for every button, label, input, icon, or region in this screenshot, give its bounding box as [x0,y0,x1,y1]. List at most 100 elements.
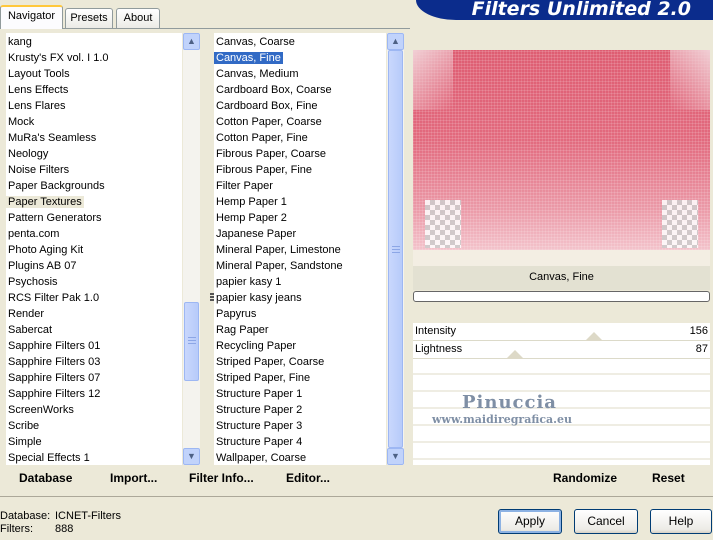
filter-item[interactable]: Striped Paper, Coarse [214,354,326,370]
category-item[interactable]: Sapphire Filters 07 [6,370,102,386]
category-item-label: Neology [8,148,49,160]
filter-item[interactable]: Filter Paper [214,178,275,194]
category-item[interactable]: Lens Flares [6,98,67,114]
scroll-up-button[interactable]: ▲ [387,33,404,50]
category-item[interactable]: Sapphire Filters 03 [6,354,102,370]
filter-item[interactable]: Wallpaper, Coarse [214,450,308,465]
category-item-label: Sapphire Filters 12 [8,388,101,400]
category-item[interactable]: MuRa's Seamless [6,130,98,146]
filter-item[interactable]: Cotton Paper, Coarse [214,114,324,130]
category-item[interactable]: Paper Backgrounds [6,178,107,194]
filter-item[interactable]: Structure Paper 2 [214,402,304,418]
database-button[interactable]: Database [19,471,72,485]
tab-about[interactable]: About [116,8,160,28]
cancel-button[interactable]: Cancel [574,509,638,534]
filter-item[interactable]: papier kasy 1 [214,274,283,290]
filter-item[interactable]: Canvas, Coarse [214,34,297,50]
scroll-down-button[interactable]: ▼ [387,448,404,465]
category-item-label: MuRa's Seamless [8,132,97,144]
filter-item-label: Canvas, Medium [216,68,299,80]
filter-item-label: Fibrous Paper, Coarse [216,148,327,160]
filter-item[interactable]: Cotton Paper, Fine [214,130,310,146]
category-scrollbar[interactable]: ▲ ▼ [183,33,200,465]
filter-item[interactable]: papier kasy jeans [214,290,304,306]
reset-button[interactable]: Reset [652,471,685,485]
category-item[interactable]: Mock [6,114,36,130]
filter-scrollbar[interactable]: ▲ ▼ [387,33,404,465]
category-list[interactable]: kang Krusty's FX vol. I 1.0 Layout Tools Le… [6,33,182,465]
filter-item[interactable]: Papyrus [214,306,258,322]
scroll-up-button[interactable]: ▲ [183,33,200,50]
filter-list[interactable]: Canvas, Coarse Canvas, Fine Canvas, Medium… [214,33,386,465]
apply-button[interactable]: Apply [498,509,562,534]
slider-intensity[interactable]: Intensity 156 [413,323,710,341]
filter-item[interactable]: Hemp Paper 1 [214,194,289,210]
category-item-label: Photo Aging Kit [8,244,84,256]
scroll-thumb[interactable] [184,302,199,381]
category-item[interactable]: Neology [6,146,50,162]
category-item[interactable]: ScreenWorks [6,402,76,418]
category-item[interactable]: Paper Textures [6,194,84,210]
slider-knob[interactable] [506,350,524,359]
import-button[interactable]: Import... [110,471,157,485]
scroll-thumb[interactable] [388,50,403,448]
category-item[interactable]: Special Effects 1 [6,450,92,465]
filter-item[interactable]: Canvas, Medium [214,66,301,82]
slider-panel[interactable]: Intensity 156 Lightness 87 [413,323,710,465]
category-item[interactable]: Simple [6,434,44,450]
category-item[interactable]: Krusty's FX vol. I 1.0 [6,50,111,66]
category-item[interactable]: Pattern Generators [6,210,104,226]
filter-item[interactable]: Structure Paper 3 [214,418,304,434]
filter-item[interactable]: Hemp Paper 2 [214,210,289,226]
category-item-label: Sapphire Filters 07 [8,372,101,384]
category-item[interactable]: Layout Tools [6,66,72,82]
filter-item[interactable]: Structure Paper 1 [214,386,304,402]
filter-item[interactable]: Fibrous Paper, Fine [214,162,314,178]
category-item[interactable]: Photo Aging Kit [6,242,85,258]
category-item[interactable]: Psychosis [6,274,60,290]
tab-navigator[interactable]: Navigator [0,5,63,29]
tab-presets[interactable]: Presets [65,8,113,28]
filter-item[interactable]: Mineral Paper, Sandstone [214,258,345,274]
category-item[interactable]: Noise Filters [6,162,71,178]
filter-item[interactable]: Recycling Paper [214,338,298,354]
filter-item[interactable]: Striped Paper, Fine [214,370,312,386]
empty-slider-row [413,377,710,392]
category-item-label: Sabercat [8,324,53,336]
filter-item[interactable]: Rag Paper [214,322,271,338]
filter-item[interactable]: Canvas, Fine [214,50,283,66]
filter-item-label: Structure Paper 2 [216,404,303,416]
filter-item[interactable]: Fibrous Paper, Coarse [214,146,328,162]
category-item[interactable]: Sapphire Filters 12 [6,386,102,402]
filter-item-label: Recycling Paper [216,340,297,352]
filter-item[interactable]: Cardboard Box, Coarse [214,82,334,98]
status-filters-label: Filters: [0,523,33,535]
filter-item[interactable]: Structure Paper 4 [214,434,304,450]
category-item[interactable]: RCS Filter Pak 1.0 [6,290,101,306]
category-item[interactable]: Sapphire Filters 01 [6,338,102,354]
status-database-label: Database: [0,510,51,522]
category-item[interactable]: Plugins AB 07 [6,258,79,274]
category-item[interactable]: penta.com [6,226,61,242]
filter-info-button[interactable]: Filter Info... [189,471,254,485]
slider-lightness[interactable]: Lightness 87 [413,341,710,359]
help-button[interactable]: Help [650,509,712,534]
filter-item[interactable]: Cardboard Box, Fine [214,98,320,114]
category-item-label: Paper Textures [6,196,84,208]
category-item[interactable]: Sabercat [6,322,54,338]
category-item[interactable]: Scribe [6,418,41,434]
filter-item[interactable]: Mineral Paper, Limestone [214,242,343,258]
filter-item-label: Structure Paper 3 [216,420,303,432]
category-item[interactable]: Render [6,306,46,322]
filter-item-label: Cardboard Box, Coarse [216,84,332,96]
scroll-down-button[interactable]: ▼ [183,448,200,465]
editor-button[interactable]: Editor... [286,471,330,485]
watermark-url: www.maidiregrafica.eu [432,413,573,426]
category-item-label: Layout Tools [8,68,70,80]
filter-item-label: Hemp Paper 2 [216,212,287,224]
category-item[interactable]: kang [6,34,34,50]
slider-knob[interactable] [585,332,603,341]
randomize-button[interactable]: Randomize [553,471,617,485]
category-item[interactable]: Lens Effects [6,82,70,98]
filter-item[interactable]: Japanese Paper [214,226,298,242]
